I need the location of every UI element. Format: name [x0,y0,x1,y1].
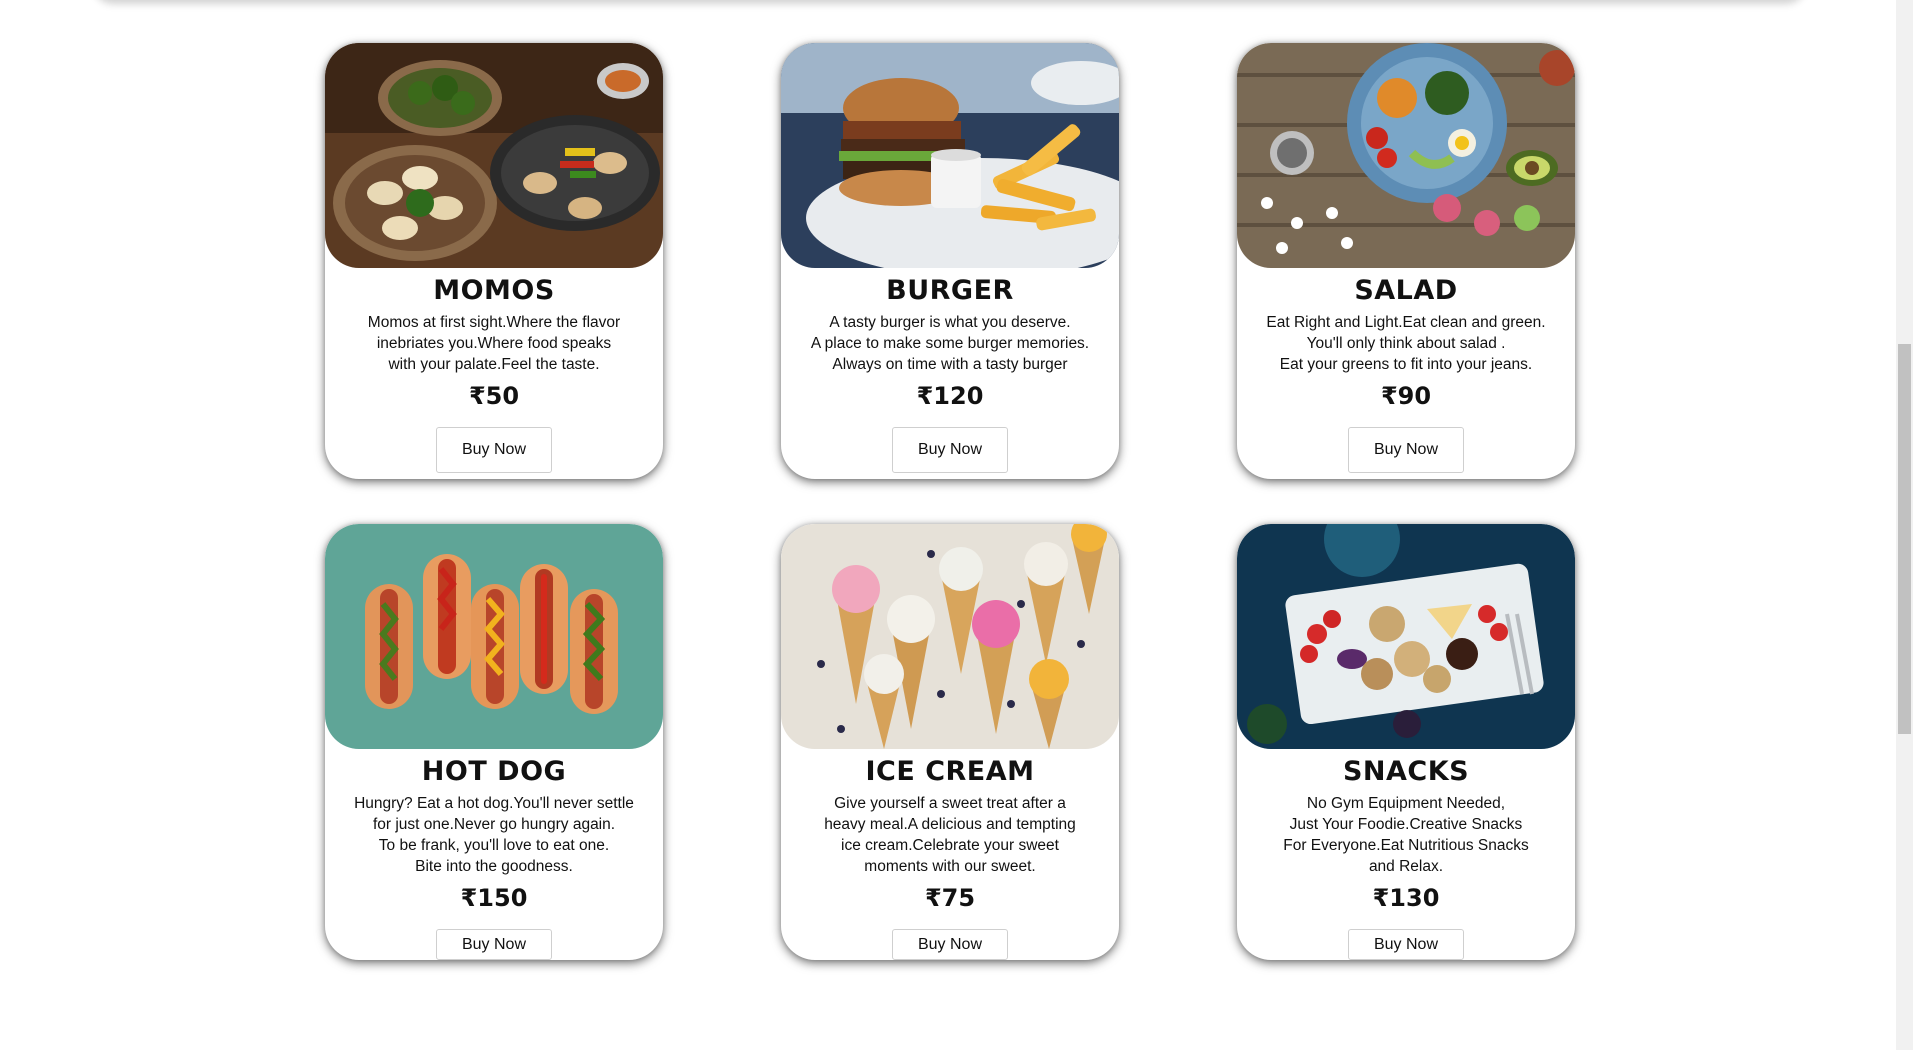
product-card-snacks: SNACKS No Gym Equipment Needed, Just You… [1237,524,1575,960]
buy-now-button-ice-cream[interactable]: Buy Now [892,929,1008,960]
product-price: ₹90 [1380,382,1432,410]
scrollbar-thumb[interactable] [1898,344,1911,734]
hotdog-photo [325,524,663,749]
product-card-momos: MOMOS Momos at first sight.Where the fla… [325,43,663,479]
product-description: Give yourself a sweet treat after a heav… [824,795,1076,875]
product-card-hot-dog: HOT DOG Hungry? Eat a hot dog.You'll nev… [325,524,663,960]
product-title: BURGER [886,275,1014,306]
product-title: SNACKS [1342,756,1470,787]
snacks-photo [1237,524,1575,749]
page: MOMOS Momos at first sight.Where the fla… [0,0,1913,1050]
buy-now-button-momos[interactable]: Buy Now [436,427,552,473]
product-price: ₹120 [916,382,984,410]
buy-now-button-salad[interactable]: Buy Now [1348,427,1464,473]
product-price: ₹50 [468,382,520,410]
product-title: SALAD [1354,275,1458,306]
product-card-salad: SALAD Eat Right and Light.Eat clean and … [1237,43,1575,479]
buy-now-button-burger[interactable]: Buy Now [892,427,1008,473]
buy-now-button-snacks[interactable]: Buy Now [1348,929,1464,960]
product-title: HOT DOG [421,756,567,787]
product-description: A tasty burger is what you deserve. A pl… [810,314,1090,373]
product-description: Momos at first sight.Where the flavor in… [367,314,621,373]
product-grid: MOMOS Momos at first sight.Where the fla… [325,43,1575,960]
salad-photo [1237,43,1575,268]
product-price: ₹150 [460,884,528,912]
vertical-scrollbar[interactable] [1896,0,1913,1050]
burger-photo [781,43,1119,268]
product-description: No Gym Equipment Needed, Just Your Foodi… [1283,795,1529,875]
momos-photo [325,43,663,268]
icecream-photo [781,524,1119,749]
product-title: MOMOS [433,275,555,306]
buy-now-button-hot-dog[interactable]: Buy Now [436,929,552,960]
product-price: ₹130 [1372,884,1440,912]
product-title: ICE CREAM [865,756,1035,787]
product-price: ₹75 [924,884,976,912]
product-description: Eat Right and Light.Eat clean and green.… [1266,314,1546,373]
product-card-ice-cream: ICE CREAM Give yourself a sweet treat af… [781,524,1119,960]
product-card-burger: BURGER A tasty burger is what you deserv… [781,43,1119,479]
product-description: Hungry? Eat a hot dog.You'll never settl… [354,795,634,875]
